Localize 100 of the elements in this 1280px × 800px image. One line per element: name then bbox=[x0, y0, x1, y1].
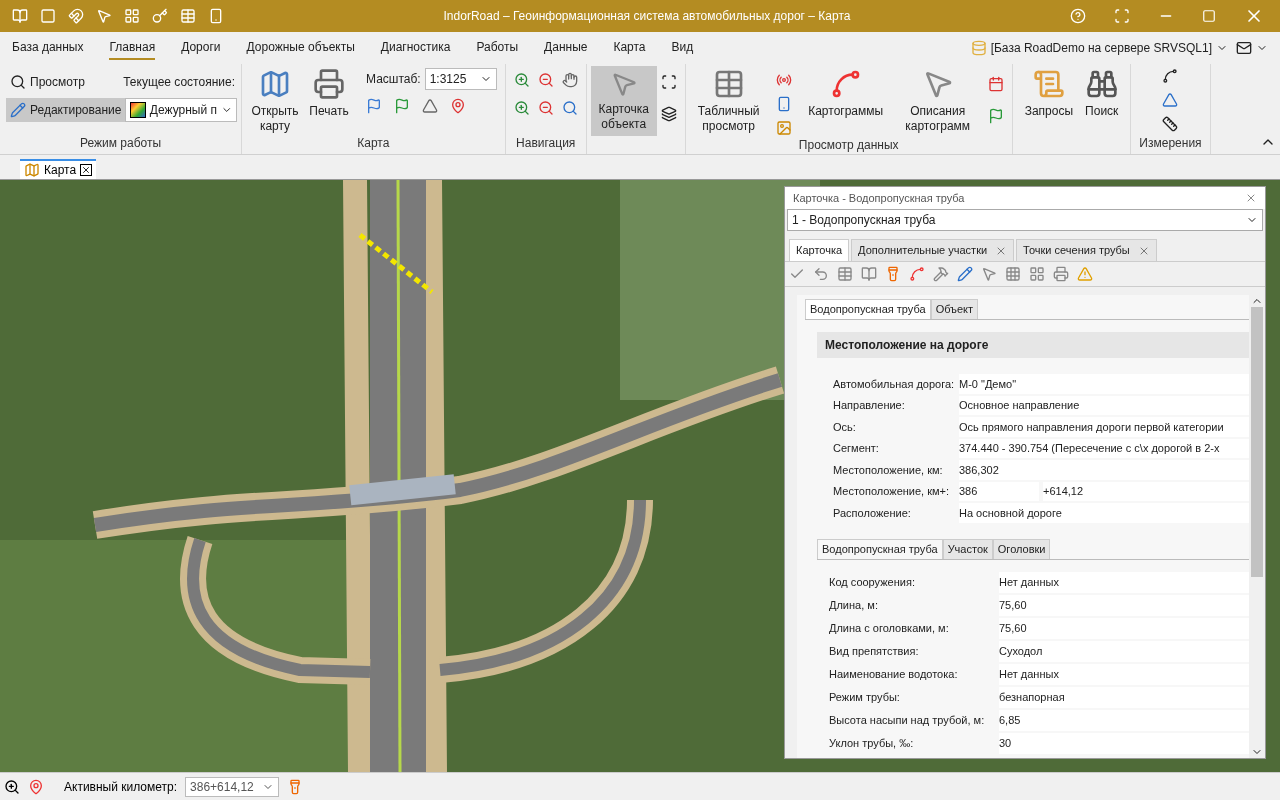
table-view-button[interactable]: Табличный просмотр bbox=[693, 68, 764, 136]
cursor-icon[interactable] bbox=[981, 266, 997, 282]
pencil-icon[interactable] bbox=[957, 266, 973, 282]
object-card-button[interactable]: Карточка объекта bbox=[590, 66, 657, 136]
binoculars-icon bbox=[1085, 68, 1118, 100]
warning-icon[interactable] bbox=[1077, 266, 1093, 282]
field-value: 386,302 bbox=[959, 460, 1249, 480]
select-icon[interactable] bbox=[660, 74, 677, 90]
state-label: Текущее состояние: bbox=[123, 74, 235, 91]
fullscreen-icon[interactable] bbox=[1114, 8, 1130, 24]
card-tab[interactable]: Точки сечения трубы bbox=[1016, 239, 1157, 261]
view-mode-button[interactable]: Просмотр bbox=[6, 70, 89, 94]
database-label[interactable]: [База RoadDemo на сервере SRVSQL1] bbox=[990, 39, 1212, 57]
cartogram-descriptions-button[interactable]: Описания картограмм bbox=[899, 68, 976, 136]
key-icon[interactable] bbox=[152, 8, 168, 24]
menu-tab[interactable]: Главная bbox=[109, 36, 156, 60]
document-tab[interactable]: Карта bbox=[20, 159, 97, 179]
menu-tab[interactable]: Данные bbox=[544, 36, 588, 60]
book-icon[interactable] bbox=[861, 266, 877, 282]
menu-tab[interactable]: Диагностика bbox=[380, 36, 451, 60]
pin-icon[interactable] bbox=[28, 778, 44, 795]
menu-tab[interactable]: Дорожные объекты bbox=[246, 36, 355, 60]
field-label: Уклон трубы, ‰: bbox=[829, 735, 915, 751]
window-title: Карточка - Водопропускная труба bbox=[793, 190, 966, 206]
polyline-icon[interactable] bbox=[1162, 68, 1179, 84]
field-value: 374.440 - 390.754 (Пересечение с с\х дорогой в 2-х bbox=[959, 438, 1249, 458]
cursor-icon[interactable] bbox=[96, 8, 112, 24]
grid-icon[interactable] bbox=[124, 8, 140, 24]
zoom-out-icon[interactable] bbox=[537, 100, 554, 116]
scale-label: Масштаб: bbox=[366, 71, 421, 88]
status-label: Активный километр: bbox=[64, 778, 178, 796]
pin-icon[interactable] bbox=[450, 98, 466, 114]
square-icon[interactable] bbox=[40, 8, 56, 24]
field-value: Основное направление bbox=[959, 395, 1249, 415]
field-label: Автомобильная дорога: bbox=[833, 376, 956, 392]
card-tab[interactable]: Дополнительные участки bbox=[851, 239, 1015, 261]
detail-tab[interactable]: Объект bbox=[930, 299, 979, 319]
table-icon[interactable] bbox=[837, 266, 853, 282]
zoom-in-icon[interactable] bbox=[513, 72, 530, 88]
database-icon bbox=[970, 40, 987, 56]
signal-icon[interactable] bbox=[775, 72, 792, 88]
detail-tab[interactable]: Участок bbox=[942, 538, 993, 559]
close-icon[interactable] bbox=[80, 164, 93, 176]
detail-tab[interactable]: Оголовки bbox=[992, 538, 1051, 559]
object-selector[interactable]: 1 - Водопропускная труба bbox=[787, 209, 1263, 231]
zoom-out-icon[interactable] bbox=[537, 72, 554, 88]
search-icon bbox=[10, 74, 26, 90]
state-dropdown[interactable]: Дежурный п bbox=[125, 98, 238, 122]
undo-icon[interactable] bbox=[813, 266, 829, 282]
menu-tab[interactable]: Вид bbox=[671, 36, 694, 60]
print-button[interactable]: Печать bbox=[304, 68, 354, 134]
scale-dropdown[interactable]: 1:3125 bbox=[424, 68, 497, 90]
hammer-icon[interactable] bbox=[933, 266, 949, 282]
zoom-in-icon[interactable] bbox=[513, 100, 530, 116]
flag-icon[interactable] bbox=[366, 98, 382, 114]
field-value: 75,60 bbox=[999, 594, 1249, 616]
field-label: Высота насыпи над трубой, м: bbox=[829, 712, 986, 728]
calendar-icon[interactable] bbox=[987, 76, 1004, 92]
menu-tab[interactable]: Работы bbox=[476, 36, 519, 60]
detail-tab[interactable]: Водопропускная труба bbox=[817, 538, 943, 559]
field-value: М-0 "Демо" bbox=[959, 374, 1249, 394]
area-icon[interactable] bbox=[1162, 92, 1179, 108]
search-icon[interactable] bbox=[561, 100, 578, 116]
hand-icon[interactable] bbox=[561, 72, 578, 88]
maximize-icon[interactable] bbox=[1202, 9, 1216, 23]
field-label: Длина с оголовками, м: bbox=[829, 620, 950, 636]
curve-icon[interactable] bbox=[909, 266, 925, 282]
field-label: Местоположение, км: bbox=[833, 462, 944, 478]
printer-icon bbox=[313, 68, 345, 100]
mail-icon[interactable] bbox=[1236, 40, 1252, 56]
detail-tab[interactable]: Водопропускная труба bbox=[805, 299, 931, 319]
group-label: Измерения bbox=[1139, 135, 1202, 152]
menu-tab[interactable]: База данных bbox=[12, 36, 84, 60]
field-value: Суходол bbox=[999, 640, 1249, 662]
field-label: Вид препятствия: bbox=[829, 643, 920, 659]
map-icon bbox=[24, 162, 40, 178]
magnet-icon[interactable] bbox=[68, 8, 84, 24]
flashlight-icon[interactable] bbox=[885, 266, 901, 282]
printer-icon[interactable] bbox=[1053, 266, 1069, 282]
km-spin-field[interactable]: 386+614,12 bbox=[185, 776, 280, 797]
search-button[interactable]: Поиск bbox=[1085, 68, 1119, 124]
cartograms-button[interactable]: Картограммы bbox=[803, 68, 888, 136]
flag-icon[interactable] bbox=[394, 98, 410, 114]
flag-icon[interactable] bbox=[987, 108, 1004, 124]
menu-tab[interactable]: Карта bbox=[613, 36, 646, 60]
field-label: Код сооружения: bbox=[829, 574, 916, 590]
menu-tab[interactable]: Дороги bbox=[181, 36, 221, 60]
pencil-icon bbox=[10, 102, 26, 118]
field-value: безнапорная bbox=[999, 686, 1249, 708]
device-icon[interactable] bbox=[208, 8, 224, 24]
field-label: Длина, м: bbox=[829, 597, 879, 613]
field-value: На основной дороге bbox=[959, 503, 1249, 523]
queries-button[interactable]: Запросы bbox=[1024, 68, 1074, 124]
palette-icon bbox=[130, 102, 146, 118]
help-icon[interactable] bbox=[1070, 8, 1086, 24]
group-label: Режим работы bbox=[78, 135, 163, 152]
edit-mode-button[interactable]: Редактирование bbox=[6, 98, 126, 122]
open-map-button[interactable]: Открыть карту bbox=[250, 68, 300, 134]
card-tab[interactable]: Карточка bbox=[789, 239, 850, 261]
field-value: Нет данных bbox=[999, 571, 1249, 593]
